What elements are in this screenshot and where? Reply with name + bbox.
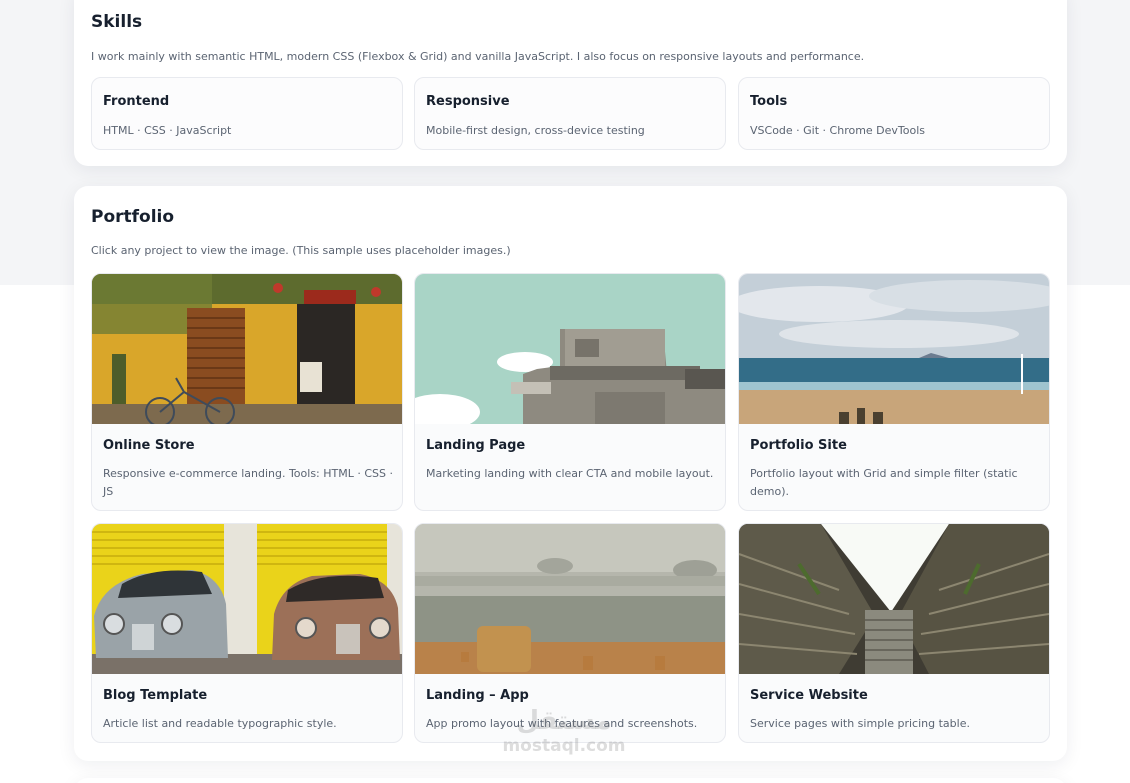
project-title: Portfolio Site bbox=[750, 438, 847, 453]
project-image-vintage-cars[interactable] bbox=[92, 524, 402, 674]
project-description: Responsive e-commerce landing. Tools: HT… bbox=[103, 467, 393, 498]
project-image-courtyard[interactable] bbox=[739, 524, 1049, 674]
skill-card-title: Tools bbox=[750, 94, 788, 109]
project-title: Online Store bbox=[103, 438, 195, 453]
project-description: Service pages with simple pricing table. bbox=[750, 717, 970, 730]
skill-card-title: Responsive bbox=[426, 94, 510, 109]
project-description: Marketing landing with clear CTA and mob… bbox=[426, 467, 714, 480]
skill-card-responsive: Responsive Mobile-first design, cross-de… bbox=[414, 77, 726, 150]
skills-title: Skills bbox=[91, 12, 143, 32]
skill-card-detail: Mobile-first design, cross-device testin… bbox=[426, 124, 645, 137]
skills-description: I work mainly with semantic HTML, modern… bbox=[91, 50, 865, 63]
project-card-service-website[interactable]: Service Website Service pages with simpl… bbox=[738, 523, 1050, 743]
project-image-storefront[interactable] bbox=[92, 274, 402, 424]
project-title: Landing Page bbox=[426, 438, 526, 453]
project-card-portfolio-site[interactable]: Portfolio Site Portfolio layout with Gri… bbox=[738, 273, 1050, 511]
project-description: App promo layout with features and scree… bbox=[426, 717, 698, 730]
skills-section: Skills I work mainly with semantic HTML,… bbox=[74, 0, 1067, 166]
skill-card-detail: HTML · CSS · JavaScript bbox=[103, 124, 232, 137]
skill-card-detail: VSCode · Git · Chrome DevTools bbox=[750, 124, 926, 137]
project-card-blog-template[interactable]: Blog Template Article list and readable … bbox=[91, 523, 403, 743]
project-description: Article list and readable typographic st… bbox=[103, 717, 337, 730]
project-title: Blog Template bbox=[103, 688, 208, 703]
skill-card-frontend: Frontend HTML · CSS · JavaScript bbox=[91, 77, 403, 150]
project-image-bunker[interactable] bbox=[415, 274, 725, 424]
portfolio-title: Portfolio bbox=[91, 207, 175, 227]
skill-card-tools: Tools VSCode · Git · Chrome DevTools bbox=[738, 77, 1050, 150]
project-card-online-store[interactable]: Online Store Responsive e-commerce landi… bbox=[91, 273, 403, 511]
next-section bbox=[74, 778, 1067, 783]
project-title: Landing – App bbox=[426, 688, 529, 703]
project-card-landing-app[interactable]: Landing – App App promo layout with feat… bbox=[414, 523, 726, 743]
skill-card-title: Frontend bbox=[103, 94, 170, 109]
project-card-landing-page[interactable]: Landing Page Marketing landing with clea… bbox=[414, 273, 726, 511]
project-description: Portfolio layout with Grid and simple fi… bbox=[750, 467, 1018, 498]
portfolio-section: Portfolio Click any project to view the … bbox=[74, 186, 1067, 761]
project-image-misty-field[interactable] bbox=[415, 524, 725, 674]
project-image-beach[interactable] bbox=[739, 274, 1049, 424]
portfolio-description: Click any project to view the image. (Th… bbox=[91, 244, 511, 257]
project-title: Service Website bbox=[750, 688, 868, 703]
